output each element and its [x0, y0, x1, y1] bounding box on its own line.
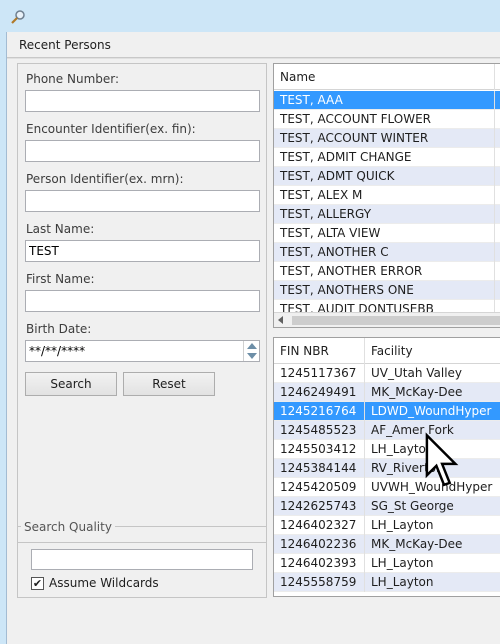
fin-nbr-cell: 1245216764: [280, 404, 357, 418]
fin-nbr-column-header[interactable]: FIN NBR: [280, 344, 329, 358]
encounters-grid: FIN NBR Facility 1245117367 UV_Utah Valle…: [273, 337, 500, 597]
first-name-input[interactable]: [25, 290, 260, 312]
scroll-left-icon[interactable]: [278, 316, 283, 324]
search-quality-group: ✔ Assume Wildcards: [17, 526, 267, 598]
search-quality-input[interactable]: [31, 549, 253, 570]
encounter-row[interactable]: 1245485523 AF_Amer Fork: [274, 421, 500, 440]
person-row[interactable]: TEST, AAA: [274, 91, 500, 110]
person-name-cell: TEST, ACCOUNT FLOWER: [280, 112, 431, 126]
section-header: Recent Persons: [7, 32, 500, 58]
birth-date-spinner[interactable]: [243, 341, 259, 361]
fin-nbr-cell: 1245485523: [280, 423, 357, 437]
fin-nbr-cell: 1242625743: [280, 499, 357, 513]
fin-nbr-cell: 1245503412: [280, 442, 357, 456]
last-name-label: Last Name:: [26, 222, 95, 236]
birth-date-picker[interactable]: [25, 340, 260, 362]
person-name-cell: TEST, ANOTHER ERROR: [280, 264, 423, 278]
facility-column-header[interactable]: Facility: [371, 344, 413, 358]
facility-cell: UV_Utah Valley: [371, 366, 463, 380]
spin-up-icon[interactable]: [247, 343, 257, 349]
search-quality-legend: Search Quality: [21, 520, 115, 534]
person-row[interactable]: TEST, ALTA VIEW: [274, 224, 500, 243]
person-row[interactable]: TEST, ANOTHER C: [274, 243, 500, 262]
persons-grid-header: Name: [274, 64, 500, 90]
birth-date-label: Birth Date:: [26, 322, 92, 336]
person-name-cell: TEST, ADMT QUICK: [280, 169, 395, 183]
person-name-cell: TEST, ANOTHERS ONE: [280, 283, 414, 297]
magnifier-app-icon: [11, 10, 25, 24]
person-name-cell: TEST, ADMIT CHANGE: [280, 150, 412, 164]
person-row[interactable]: TEST, ANOTHER ERROR: [274, 262, 500, 281]
encounter-row[interactable]: 1245216764 LDWD_WoundHyper: [274, 402, 500, 421]
person-row[interactable]: TEST, ALLERGY: [274, 205, 500, 224]
facility-cell: MK_McKay-Dee: [371, 537, 463, 551]
name-column-header[interactable]: Name: [280, 70, 315, 84]
encounter-row[interactable]: 1242625743 SG_St George: [274, 497, 500, 516]
person-name-cell: TEST, AAA: [280, 93, 343, 107]
fin-nbr-cell: 1246402393: [280, 556, 357, 570]
person-identifier-input[interactable]: [25, 190, 260, 212]
title-bar: [0, 0, 500, 32]
fin-nbr-cell: 1245420509: [280, 480, 357, 494]
assume-wildcards-checkbox[interactable]: ✔: [31, 577, 44, 590]
last-name-input[interactable]: [25, 240, 260, 262]
fin-nbr-cell: 1246402327: [280, 518, 357, 532]
encounter-row[interactable]: 1245503412 LH_Layton: [274, 440, 500, 459]
person-name-cell: TEST, ACCOUNT WINTER: [280, 131, 429, 145]
recent-persons-window: Recent Persons Phone Number: Encounter I…: [6, 32, 500, 644]
encounter-row[interactable]: 1245558759 LH_Layton: [274, 573, 500, 592]
fin-nbr-cell: 1246402236: [280, 537, 357, 551]
search-button[interactable]: Search: [25, 372, 117, 396]
facility-cell: SG_St George: [371, 499, 454, 513]
mouse-pointer-icon: [425, 432, 459, 487]
facility-cell: LH_Layton: [371, 518, 434, 532]
encounter-identifier-label: Encounter Identifier(ex. fin):: [26, 122, 196, 136]
person-row[interactable]: TEST, ADMIT CHANGE: [274, 148, 500, 167]
assume-wildcards-label: Assume Wildcards: [49, 576, 159, 590]
person-row[interactable]: TEST, ALEX M: [274, 186, 500, 205]
fin-nbr-cell: 1246249491: [280, 385, 357, 399]
phone-number-label: Phone Number:: [26, 72, 120, 86]
reset-button[interactable]: Reset: [123, 372, 215, 396]
person-name-cell: TEST, ALLERGY: [280, 207, 372, 221]
person-row[interactable]: TEST, ANOTHERS ONE: [274, 281, 500, 300]
encounter-row[interactable]: 1246249491 MK_McKay-Dee: [274, 383, 500, 402]
person-name-cell: TEST, ANOTHER C: [280, 245, 389, 259]
persons-grid: Name TEST, AAA TEST, ACCOUNT FLOWER TEST, …: [273, 63, 500, 328]
encounter-row[interactable]: 1246402236 MK_McKay-Dee: [274, 535, 500, 554]
fin-nbr-cell: 1245558759: [280, 575, 357, 589]
facility-cell: LDWD_WoundHyper: [371, 404, 492, 418]
search-criteria-panel: Phone Number: Encounter Identifier(ex. f…: [17, 63, 267, 543]
section-title: Recent Persons: [19, 38, 111, 52]
encounter-identifier-input[interactable]: [25, 140, 260, 162]
first-name-label: First Name:: [26, 272, 95, 286]
person-row[interactable]: TEST, ACCOUNT WINTER: [274, 129, 500, 148]
encounter-row[interactable]: 1246402393 LH_Layton: [274, 554, 500, 573]
facility-cell: MK_McKay-Dee: [371, 385, 463, 399]
person-row[interactable]: TEST, ADMT QUICK: [274, 167, 500, 186]
person-row[interactable]: TEST, ACCOUNT FLOWER: [274, 110, 500, 129]
birth-date-input[interactable]: [26, 341, 236, 361]
fin-nbr-cell: 1245117367: [280, 366, 357, 380]
encounter-row[interactable]: 1245384144 RV_Riverton: [274, 459, 500, 478]
encounter-row[interactable]: 1245420509 UVWH_WoundHyper: [274, 478, 500, 497]
person-identifier-label: Person Identifier(ex. mrn):: [26, 172, 184, 186]
scroll-thumb[interactable]: [292, 316, 500, 325]
encounter-row[interactable]: 1246402327 LH_Layton: [274, 516, 500, 535]
spin-down-icon[interactable]: [247, 353, 257, 359]
facility-cell: LH_Layton: [371, 575, 434, 589]
phone-number-input[interactable]: [25, 90, 260, 112]
facility-cell: LH_Layton: [371, 556, 434, 570]
persons-horizontal-scrollbar[interactable]: [274, 312, 500, 327]
fin-nbr-cell: 1245384144: [280, 461, 357, 475]
person-name-cell: TEST, ALEX M: [280, 188, 363, 202]
encounters-grid-header: FIN NBR Facility: [274, 338, 500, 364]
encounter-row[interactable]: 1245117367 UV_Utah Valley: [274, 364, 500, 383]
person-name-cell: TEST, ALTA VIEW: [280, 226, 381, 240]
